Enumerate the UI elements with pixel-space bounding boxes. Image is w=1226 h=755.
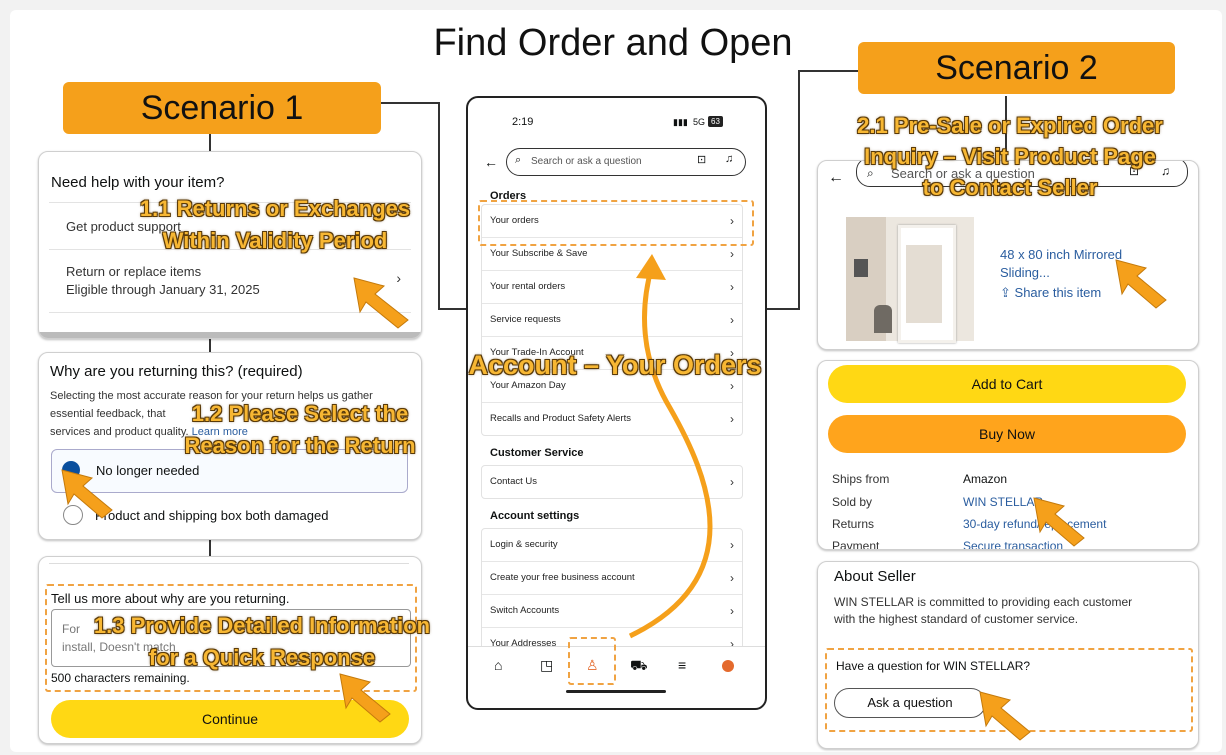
pointer-arrow-icon [339,673,391,723]
callout-1-3: 1.3 Provide Detailed Information for a Q… [93,613,431,670]
account-tab-highlight [568,637,616,685]
ships-from-label: Ships from [832,472,890,486]
image-door-glass [906,245,942,323]
orders-item-label: Your rental orders [490,281,566,292]
share-item-link[interactable]: ⇪ Share this item [1000,285,1101,301]
reason-heading: Why are you returning this? (required) [50,363,303,380]
status-time: 2:19 [512,116,534,128]
sold-by-label: Sold by [832,495,873,509]
share-label: Share this item [1014,285,1102,300]
ask-question-button[interactable]: Ask a question [834,688,986,718]
account-settings-label: Login & security [490,539,558,550]
ships-from-value: Amazon [963,472,1008,486]
connector-line [798,70,858,72]
product-title[interactable]: 48 x 80 inch Mirrored [1000,247,1122,262]
payment-label: Payment [832,539,880,550]
network-label: 5G [693,117,706,127]
product-image[interactable] [846,217,974,343]
product-title[interactable]: Sliding... [1000,265,1050,280]
scenario-1-label: Scenario 1 [63,82,381,134]
bottom-nav: ⌂ ◳ ♙ ⛟ ≡ [468,646,765,687]
connector-line [438,308,468,310]
pointer-arrow-icon [353,277,409,329]
returns-label: Returns [832,517,875,531]
eligibility-text: Eligible through January 31, 2025 [66,282,260,297]
scenario-2-label: Scenario 2 [858,42,1175,94]
return-replace-label: Return or replace items [66,264,202,279]
home-indicator [566,690,666,693]
about-seller-heading: About Seller [834,568,916,585]
connector-line [209,338,211,352]
home-icon[interactable]: ⌂ [494,657,502,673]
image-frame [854,259,868,277]
cart-icon[interactable]: ⛟ [630,657,648,676]
pointer-arrow-icon [1033,497,1085,547]
orders-item-label: Service requests [490,314,561,325]
connector-line [762,308,800,310]
details-heading: Tell us more about why are you returning… [51,591,290,606]
mic-icon[interactable]: ♫ [725,153,733,165]
customer-service-heading: Customer Service [490,447,584,459]
customer-service-label: Contact Us [490,476,537,487]
about-seller-text: WIN STELLAR is committed to providing ea… [834,595,1133,609]
flow-arrow-icon [628,254,713,639]
callout-account-orders: Account – Your Orders [468,350,762,380]
connector-line [209,540,211,556]
pointer-arrow-icon [979,691,1031,741]
buy-now-button[interactable]: Buy Now [828,415,1186,453]
your-orders-highlight [478,200,754,246]
about-seller-text: with the highest standard of customer se… [834,612,1079,626]
connector-line [209,134,211,152]
ai-assistant-icon[interactable] [722,660,734,672]
back-arrow-icon[interactable]: ← [484,154,498,170]
purchase-card: Add to Cart Buy Now Ships from Amazon So… [817,360,1199,550]
search-icon: ⌕ [515,154,522,166]
account-settings-label: Switch Accounts [490,605,560,616]
connector-line [798,70,800,310]
share-icon: ⇪ [1000,285,1011,300]
add-to-cart-button[interactable]: Add to Cart [828,365,1186,403]
callout-1-1: 1.1 Returns or Exchanges Within Validity… [139,196,411,253]
pointer-arrow-icon [1115,259,1167,309]
camera-icon[interactable]: ⊡ [697,153,706,166]
library-icon[interactable]: ◳ [540,657,553,674]
orders-item-label: Your Subscribe & Save [490,248,588,259]
menu-icon[interactable]: ≡ [678,657,686,673]
help-heading: Need help with your item? [51,174,225,191]
option-label: Product and shipping box both damaged [95,508,329,523]
search-placeholder: Search or ask a question [531,156,642,167]
question-heading: Have a question for WIN STELLAR? [836,659,1031,673]
callout-2-1: 2.1 Pre-Sale or Expired Order Inquiry – … [857,113,1163,200]
phone-search-input[interactable]: ⌕ Search or ask a question ⊡ ♫ [506,148,746,176]
battery-icon: 63 [708,116,723,127]
account-settings-heading: Account settings [490,510,580,522]
pointer-arrow-icon [61,469,113,519]
card-bottom-strip [39,332,421,338]
card-top-divider [49,557,409,564]
connector-line [381,102,439,104]
signal-icon: ▮▮▮ [673,117,688,127]
image-plant [874,305,892,333]
callout-1-2: 1.2 Please Select the Reason for the Ret… [184,401,416,458]
